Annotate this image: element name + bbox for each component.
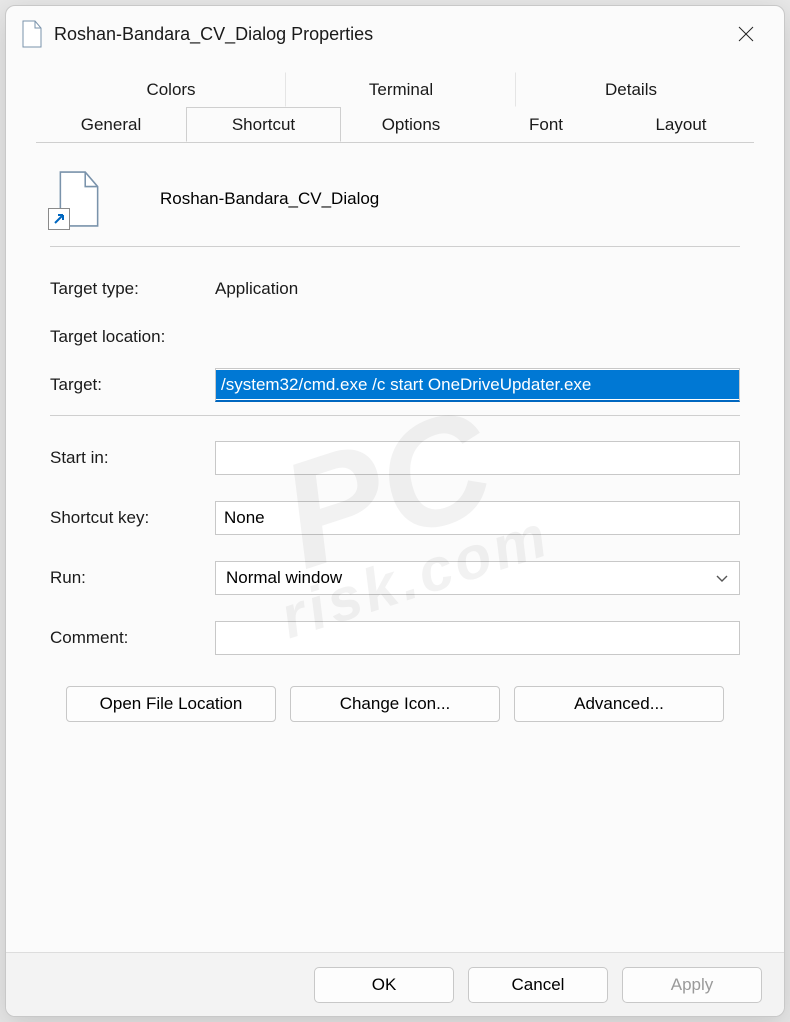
target-input[interactable] [215,368,740,402]
tab-options[interactable]: Options [341,107,481,142]
apply-button[interactable]: Apply [622,967,762,1003]
value-target-type: Application [215,279,298,299]
shortcut-key-input[interactable] [215,501,740,535]
close-icon [738,26,754,42]
label-shortcut-key: Shortcut key: [50,508,205,528]
tab-font[interactable]: Font [481,107,611,142]
comment-input[interactable] [215,621,740,655]
chevron-down-icon [715,571,729,585]
tab-terminal[interactable]: Terminal [286,72,516,107]
shortcut-panel: Target type: Application Target location… [36,142,754,722]
row-run: Run: Normal window [50,554,740,602]
row-shortcut-key: Shortcut key: [50,494,740,542]
open-file-location-button[interactable]: Open File Location [66,686,276,722]
label-target-location: Target location: [50,327,205,347]
cancel-button[interactable]: Cancel [468,967,608,1003]
label-run: Run: [50,568,205,588]
change-icon-button[interactable]: Change Icon... [290,686,500,722]
tab-details[interactable]: Details [516,72,746,107]
properties-dialog: Roshan-Bandara_CV_Dialog Properties PC r… [5,5,785,1017]
row-target-location: Target location: [50,313,740,361]
tab-shortcut[interactable]: Shortcut [186,107,341,142]
tab-general[interactable]: General [36,107,186,142]
action-buttons: Open File Location Change Icon... Advanc… [50,686,740,722]
content-area: PC risk.com Colors Terminal Details Gene… [6,62,784,952]
header-row [50,170,740,228]
titlebar: Roshan-Bandara_CV_Dialog Properties [6,6,784,62]
footer: OK Cancel Apply [6,952,784,1016]
divider [50,246,740,247]
tab-divider [36,142,754,143]
start-in-input[interactable] [215,441,740,475]
window-title: Roshan-Bandara_CV_Dialog Properties [54,24,712,45]
shortcut-file-icon [50,170,108,228]
row-start-in: Start in: [50,434,740,482]
run-select[interactable]: Normal window [215,561,740,595]
file-icon [20,20,44,48]
row-target: Target: /system32/cmd.exe /c start OneDr… [50,361,740,409]
tab-colors[interactable]: Colors [56,72,286,107]
file-name-input[interactable] [160,185,740,213]
tabs: Colors Terminal Details General Shortcut… [36,72,754,142]
run-value: Normal window [226,568,342,588]
row-comment: Comment: [50,614,740,662]
label-start-in: Start in: [50,448,205,468]
label-target: Target: [50,375,205,395]
label-target-type: Target type: [50,279,205,299]
target-field-wrap: /system32/cmd.exe /c start OneDriveUpdat… [215,368,740,402]
label-comment: Comment: [50,628,205,648]
shortcut-arrow-icon [48,208,70,230]
advanced-button[interactable]: Advanced... [514,686,724,722]
close-button[interactable] [722,14,770,54]
tab-layout[interactable]: Layout [611,107,751,142]
row-target-type: Target type: Application [50,265,740,313]
ok-button[interactable]: OK [314,967,454,1003]
divider [50,415,740,416]
